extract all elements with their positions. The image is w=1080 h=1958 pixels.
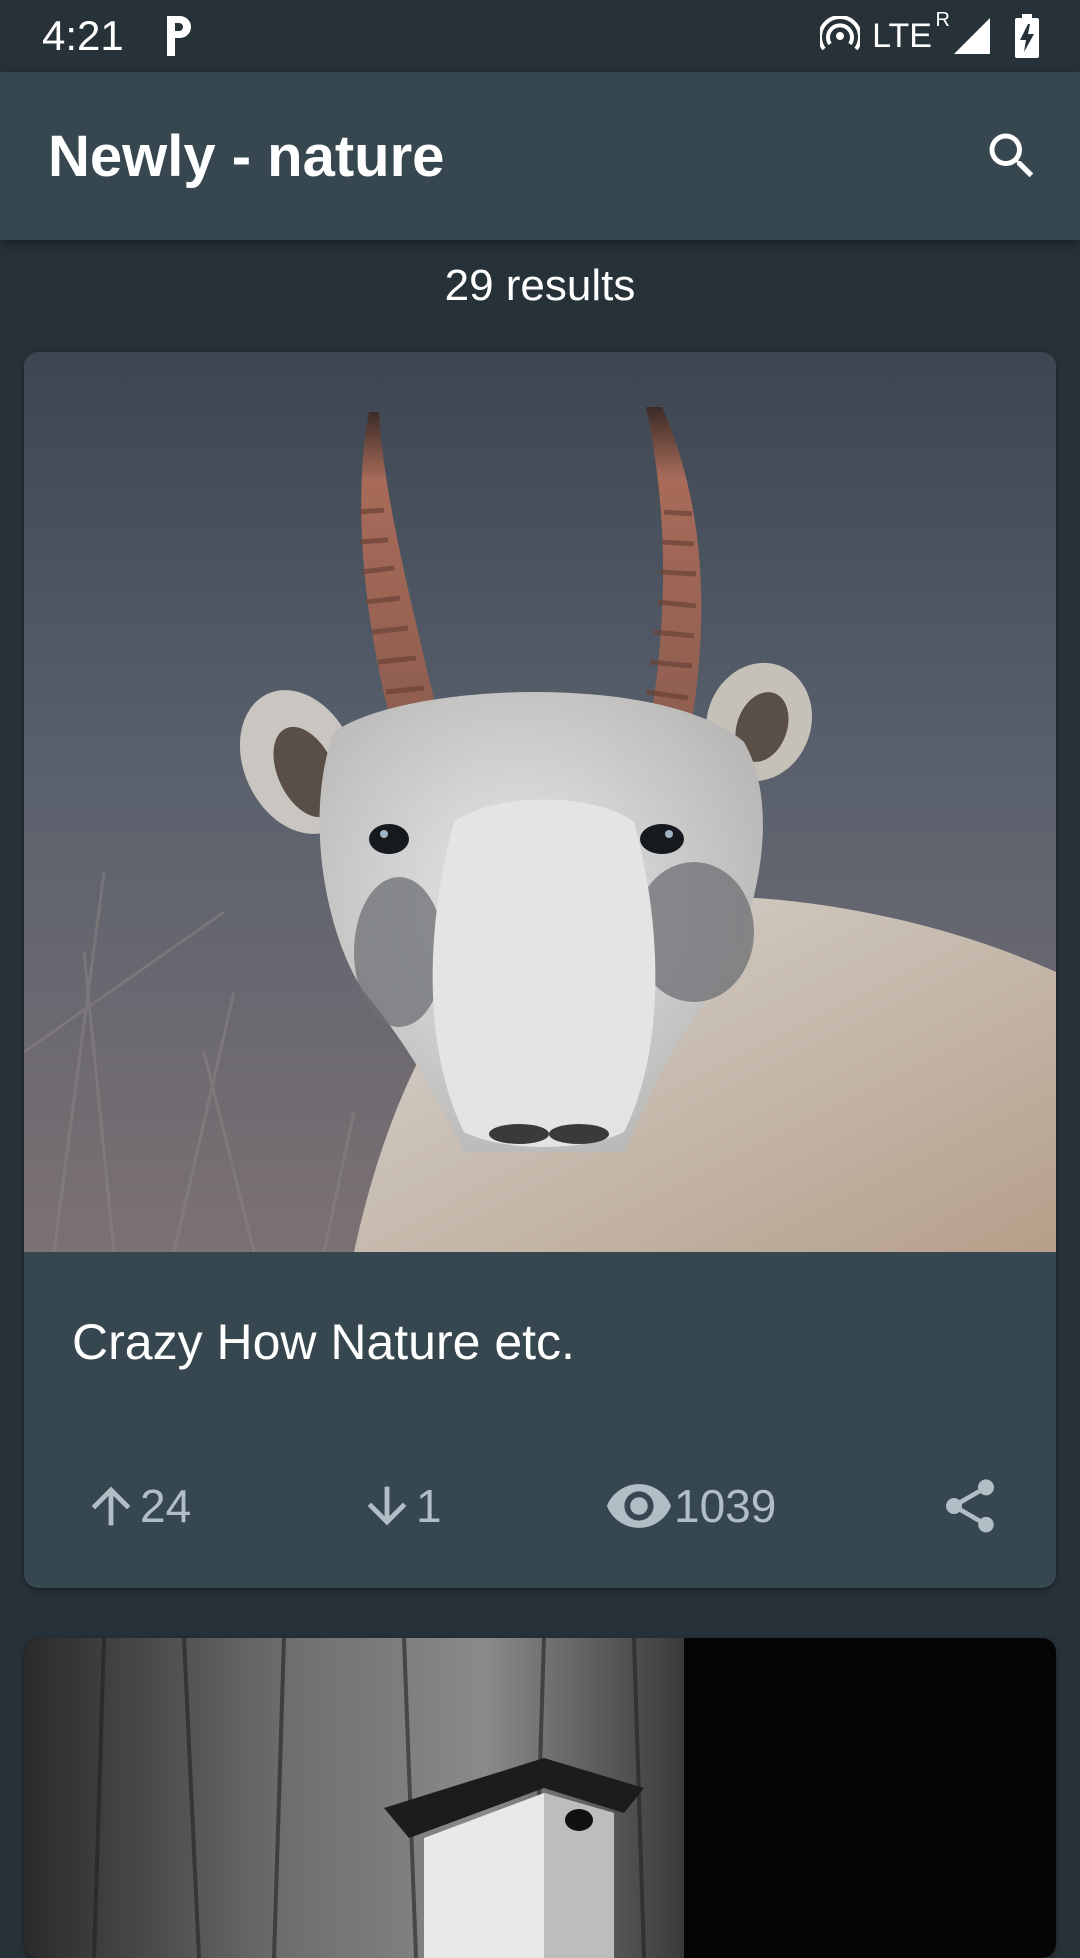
upvote-count: 24	[140, 1480, 192, 1532]
status-time: 4:21	[42, 12, 124, 59]
views-indicator: 1039	[604, 1474, 776, 1538]
page-title: Newly - nature	[48, 124, 445, 189]
roaming-indicator: R	[935, 8, 950, 31]
parking-icon	[167, 16, 191, 56]
downvote-count: 1	[416, 1480, 442, 1532]
search-icon	[989, 133, 1034, 178]
arrow-up-icon	[91, 1486, 131, 1526]
post-card[interactable]: Crazy How Nature etc. 24 1 1039	[24, 352, 1056, 1588]
results-count: 29 results	[444, 261, 636, 310]
app-bar: Newly - nature	[0, 72, 1080, 240]
status-bar: 4:21 LTE R	[0, 0, 1080, 72]
network-type: LTE R	[872, 8, 950, 55]
share-icon	[946, 1479, 994, 1533]
birdhouse-on-tree-photo[interactable]	[24, 1638, 1056, 1958]
hotspot-icon	[820, 16, 861, 51]
search-button[interactable]	[972, 116, 1052, 196]
post-card[interactable]	[24, 1638, 1056, 1958]
saiga-antelope-photo[interactable]	[24, 352, 1056, 1252]
arrow-down-icon	[367, 1486, 407, 1526]
share-button[interactable]	[938, 1474, 1002, 1538]
downvote-button[interactable]: 1	[358, 1474, 442, 1538]
battery-charging-icon	[1015, 14, 1039, 58]
eye-icon	[606, 1484, 672, 1528]
post-actions: 24 1 1039	[24, 1452, 1056, 1562]
view-count: 1039	[674, 1480, 777, 1532]
upvote-button[interactable]: 24	[82, 1474, 191, 1538]
signal-icon	[954, 18, 990, 54]
status-icons: LTE R	[808, 8, 1040, 58]
post-title[interactable]: Crazy How Nature etc.	[72, 1310, 575, 1374]
